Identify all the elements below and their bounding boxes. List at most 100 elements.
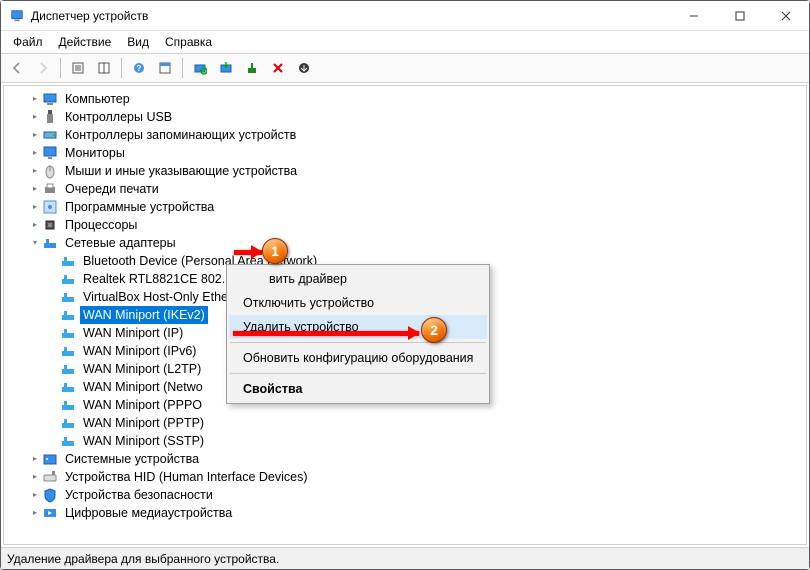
titlebar: Диспетчер устройств <box>1 1 809 31</box>
device-manager-window: Диспетчер устройств Файл Действие Вид Сп… <box>0 0 810 570</box>
network-adapter-icon <box>60 325 76 341</box>
category-label[interactable]: Контроллеры запоминающих устройств <box>62 126 299 144</box>
device-tree[interactable]: ▸ Компьютер ▸ Контроллеры USB ▸ Контроллеры з… <box>3 85 807 545</box>
expand-icon[interactable]: ▸ <box>28 200 42 214</box>
expand-icon[interactable]: ▸ <box>28 128 42 142</box>
tree-category[interactable]: ▸ Цифровые медиаустройства <box>24 504 806 522</box>
device-label[interactable]: WAN Miniport (IP) <box>80 324 186 342</box>
category-label[interactable]: Мониторы <box>62 144 128 162</box>
printer-icon <box>42 181 58 197</box>
uninstall-button[interactable] <box>240 56 264 80</box>
expand-icon[interactable]: ▸ <box>28 218 42 232</box>
tree-device[interactable]: WAN Miniport (SSTP) <box>42 432 806 450</box>
tree-category[interactable]: ▸ Очереди печати <box>24 180 806 198</box>
tree-category[interactable]: ▸ Системные устройства <box>24 450 806 468</box>
computer-icon <box>42 91 58 107</box>
expand-icon[interactable]: ▸ <box>28 110 42 124</box>
list-button[interactable] <box>92 56 116 80</box>
menubar: Файл Действие Вид Справка <box>1 31 809 53</box>
details-button[interactable] <box>66 56 90 80</box>
update-driver-button[interactable] <box>214 56 238 80</box>
security-icon <box>42 487 58 503</box>
media-icon <box>42 505 58 521</box>
category-label[interactable]: Цифровые медиаустройства <box>62 504 235 522</box>
network-adapter-icon <box>60 415 76 431</box>
network-adapter-icon <box>60 289 76 305</box>
device-label[interactable]: WAN Miniport (SSTP) <box>80 432 207 450</box>
context-menu-item[interactable]: Отключить устройство <box>229 291 487 315</box>
expand-icon[interactable]: ▸ <box>28 452 42 466</box>
expand-icon[interactable]: ▸ <box>28 470 42 484</box>
category-label[interactable]: Контроллеры USB <box>62 108 175 126</box>
menu-action[interactable]: Действие <box>51 33 120 51</box>
device-label[interactable]: WAN Miniport (PPTP) <box>80 414 207 432</box>
tree-category[interactable]: ▸ Устройства безопасности <box>24 486 806 504</box>
device-label[interactable]: WAN Miniport (PPPO <box>80 396 205 414</box>
category-label[interactable]: Сетевые адаптеры <box>62 234 179 252</box>
help-button[interactable]: ? <box>127 56 151 80</box>
expand-icon[interactable]: ▸ <box>28 92 42 106</box>
category-label[interactable]: Устройства HID (Human Interface Devices) <box>62 468 311 486</box>
scan-button[interactable] <box>188 56 212 80</box>
disable-button[interactable] <box>266 56 290 80</box>
tree-category[interactable]: ▸ Устройства HID (Human Interface Devices… <box>24 468 806 486</box>
category-label[interactable]: Компьютер <box>62 90 133 108</box>
system-icon <box>42 451 58 467</box>
back-button[interactable] <box>5 56 29 80</box>
toolbar: ? <box>1 53 809 83</box>
network-adapter-icon <box>60 379 76 395</box>
tree-category[interactable]: ▸ Процессоры <box>24 216 806 234</box>
tree-category[interactable]: ▸ Программные устройства <box>24 198 806 216</box>
tree-category[interactable]: ▾ Сетевые адаптеры <box>24 234 806 252</box>
forward-button[interactable] <box>31 56 55 80</box>
tree-category[interactable]: ▸ Контроллеры запоминающих устройств <box>24 126 806 144</box>
category-label[interactable]: Системные устройства <box>62 450 202 468</box>
tree-category[interactable]: ▸ Мониторы <box>24 144 806 162</box>
expand-icon[interactable]: ▸ <box>28 164 42 178</box>
tree-category[interactable]: ▸ Контроллеры USB <box>24 108 806 126</box>
network-adapter-icon <box>60 433 76 449</box>
category-label[interactable]: Очереди печати <box>62 180 162 198</box>
app-icon <box>9 8 25 24</box>
expand-icon[interactable]: ▸ <box>28 182 42 196</box>
category-label[interactable]: Процессоры <box>62 216 140 234</box>
close-button[interactable] <box>763 1 809 30</box>
network-adapter-icon <box>60 397 76 413</box>
callout-1: 1 <box>262 238 288 264</box>
maximize-button[interactable] <box>717 1 763 30</box>
context-menu-item[interactable]: вить драйвер <box>229 267 487 291</box>
tree-device[interactable]: WAN Miniport (PPTP) <box>42 414 806 432</box>
status-text: Удаление драйвера для выбранного устройс… <box>7 552 279 566</box>
context-menu-item[interactable]: Обновить конфигурацию оборудования <box>229 346 487 370</box>
tree-category[interactable]: ▸ Мыши и иные указывающие устройства <box>24 162 806 180</box>
context-menu-item[interactable]: Свойства <box>229 377 487 401</box>
category-label[interactable]: Программные устройства <box>62 198 217 216</box>
network-icon <box>42 235 58 251</box>
tree-category[interactable]: ▸ Компьютер <box>24 90 806 108</box>
device-label[interactable]: WAN Miniport (IKEv2) <box>80 306 208 324</box>
storage-icon <box>42 127 58 143</box>
menu-file[interactable]: Файл <box>5 33 51 51</box>
install-button[interactable] <box>292 56 316 80</box>
window-title: Диспетчер устройств <box>31 9 671 23</box>
menu-help[interactable]: Справка <box>157 33 220 51</box>
network-adapter-icon <box>60 361 76 377</box>
usb-icon <box>42 109 58 125</box>
device-label[interactable]: WAN Miniport (L2TP) <box>80 360 204 378</box>
collapse-icon[interactable]: ▾ <box>28 236 42 250</box>
device-label[interactable]: WAN Miniport (Netwo <box>80 378 206 396</box>
category-label[interactable]: Устройства безопасности <box>62 486 216 504</box>
annotation-arrow-1 <box>234 250 262 255</box>
minimize-button[interactable] <box>671 1 717 30</box>
device-label[interactable]: WAN Miniport (IPv6) <box>80 342 199 360</box>
menu-view[interactable]: Вид <box>119 33 157 51</box>
software-icon <box>42 199 58 215</box>
category-label[interactable]: Мыши и иные указывающие устройства <box>62 162 300 180</box>
expand-icon[interactable]: ▸ <box>28 506 42 520</box>
expand-icon[interactable]: ▸ <box>28 146 42 160</box>
network-adapter-icon <box>60 253 76 269</box>
context-menu: вить драйверОтключить устройствоУдалить … <box>226 264 490 404</box>
expand-icon[interactable]: ▸ <box>28 488 42 502</box>
network-adapter-icon <box>60 307 76 323</box>
properties-button[interactable] <box>153 56 177 80</box>
